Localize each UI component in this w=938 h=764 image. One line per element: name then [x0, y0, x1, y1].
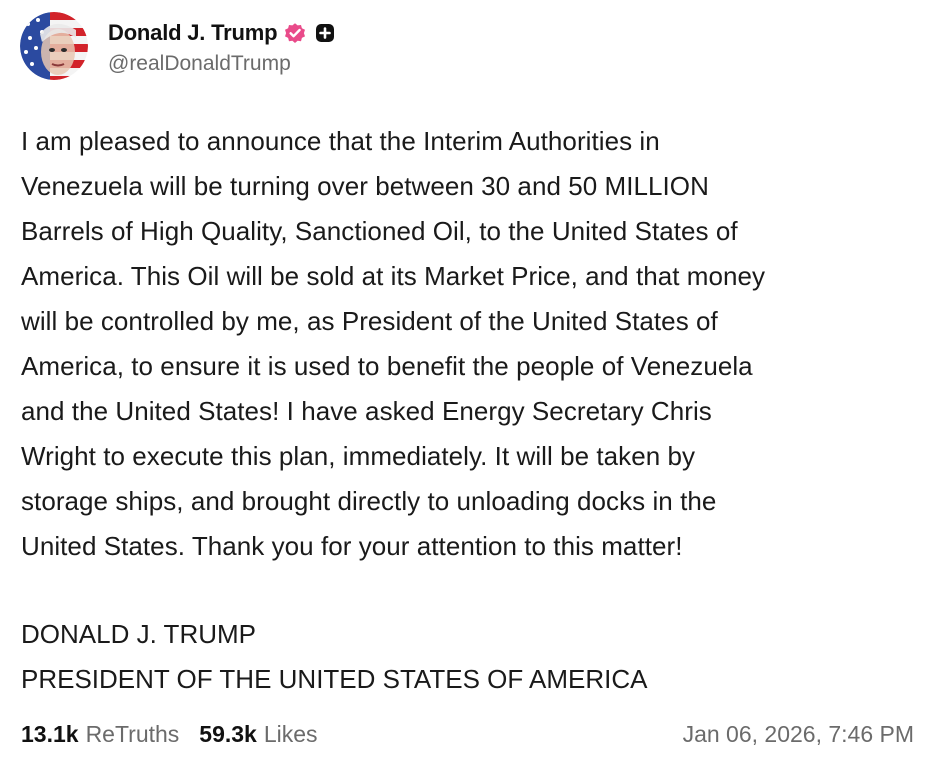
likes-label: Likes [263, 720, 318, 747]
author-handle[interactable]: @realDonaldTrump [108, 52, 335, 76]
retruths-stat[interactable]: 13.1k ReTruths [21, 721, 179, 748]
author-names: Donald J. Trump @realDonaldTrump [108, 16, 335, 76]
signature-name: DONALD J. TRUMP [21, 619, 256, 649]
signature-title: PRESIDENT OF THE UNITED STATES OF AMERIC… [21, 664, 648, 694]
name-row: Donald J. Trump [108, 16, 335, 50]
plus-square-icon [315, 23, 335, 43]
post-body: I am pleased to announce that the Interi… [21, 126, 766, 561]
post-timestamp[interactable]: Jan 06, 2026, 7:46 PM [683, 721, 914, 748]
likes-stat[interactable]: 59.3k Likes [199, 721, 317, 748]
verified-badge-icon [283, 21, 307, 45]
post-signature: DONALD J. TRUMP PRESIDENT OF THE UNITED … [21, 612, 648, 702]
post-card: Donald J. Trump @realDonaldTrump I am pl… [0, 0, 938, 764]
author-display-name[interactable]: Donald J. Trump [108, 20, 278, 46]
avatar-image [20, 12, 88, 80]
retruths-count: 13.1k [21, 720, 79, 747]
avatar[interactable] [20, 12, 88, 80]
post-footer: 13.1k ReTruths 59.3k Likes Jan 06, 2026,… [21, 714, 914, 754]
retruths-label: ReTruths [85, 720, 180, 747]
likes-count: 59.3k [199, 720, 257, 747]
post-header: Donald J. Trump @realDonaldTrump [20, 10, 335, 82]
